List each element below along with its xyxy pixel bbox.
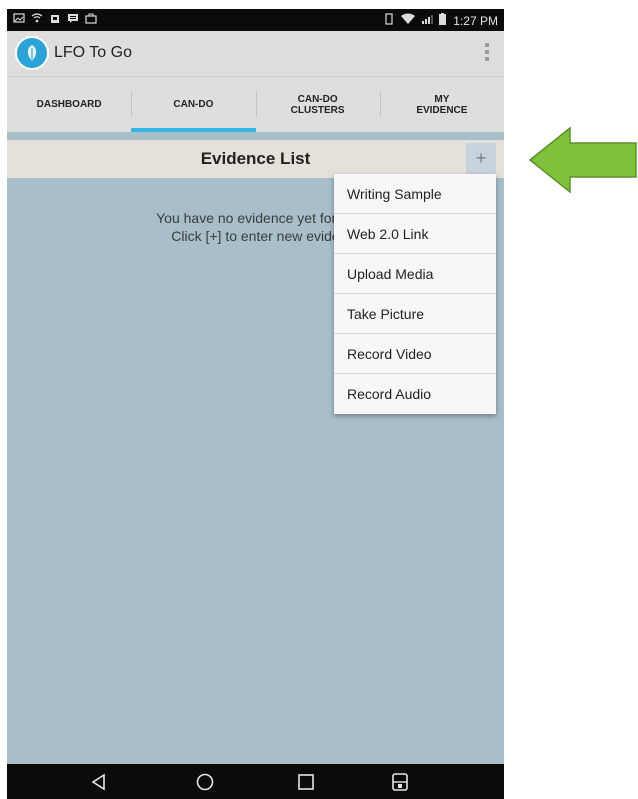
menu-item-web-link[interactable]: Web 2.0 Link	[334, 214, 496, 254]
menu-item-upload-media[interactable]: Upload Media	[334, 254, 496, 294]
system-icons: 1:27 PM	[383, 13, 498, 28]
menu-item-record-video[interactable]: Record Video	[334, 334, 496, 374]
app-logo-icon[interactable]	[15, 36, 49, 70]
green-arrow-annotation	[528, 126, 638, 199]
battery-icon	[439, 13, 447, 28]
tab-label: MY EVIDENCE	[416, 93, 468, 116]
notification-icons	[13, 12, 97, 24]
add-evidence-button[interactable]: +	[466, 143, 496, 175]
status-time: 1:27 PM	[453, 13, 498, 28]
tab-dashboard[interactable]: DASHBOARD	[7, 77, 131, 132]
menu-item-record-audio[interactable]: Record Audio	[334, 374, 496, 414]
evidence-list-title: Evidence List	[200, 149, 311, 168]
image-icon	[13, 12, 25, 24]
status-bar: 1:27 PM	[7, 9, 504, 31]
device-screen: 1:27 PM LFO To Go DASHBOARD CAN-DO CAN-D…	[7, 9, 504, 799]
briefcase-icon	[85, 12, 97, 24]
tab-label: DASHBOARD	[36, 99, 102, 110]
app-title: LFO To Go	[54, 44, 132, 61]
add-evidence-menu: Writing Sample Web 2.0 Link Upload Media…	[334, 174, 496, 414]
menu-item-writing-sample[interactable]: Writing Sample	[334, 174, 496, 214]
evidence-list-header: Evidence List +	[7, 140, 504, 178]
overflow-menu-icon[interactable]	[484, 43, 490, 65]
tab-my-evidence[interactable]: MY EVIDENCE	[379, 77, 504, 132]
tab-can-do-clusters[interactable]: CAN-DO CLUSTERS	[255, 77, 380, 132]
action-bar: LFO To Go	[7, 31, 504, 76]
navigation-bar	[7, 764, 504, 799]
wifi-notification-icon	[31, 12, 43, 24]
tab-can-do[interactable]: CAN-DO	[131, 77, 256, 132]
wifi-signal-icon	[401, 13, 416, 28]
store-icon	[49, 12, 61, 24]
tab-label: CAN-DO	[173, 99, 214, 110]
dual-window-icon[interactable]	[390, 772, 410, 792]
message-icon	[67, 12, 79, 24]
menu-item-take-picture[interactable]: Take Picture	[334, 294, 496, 334]
vibrate-icon	[383, 13, 395, 28]
back-icon[interactable]	[89, 772, 109, 792]
home-icon[interactable]	[195, 772, 215, 792]
tab-label: CAN-DO CLUSTERS	[290, 93, 345, 116]
tab-bar: DASHBOARD CAN-DO CAN-DO CLUSTERS MY EVID…	[7, 76, 504, 132]
recent-apps-icon[interactable]	[296, 772, 316, 792]
cell-signal-icon	[421, 13, 434, 28]
